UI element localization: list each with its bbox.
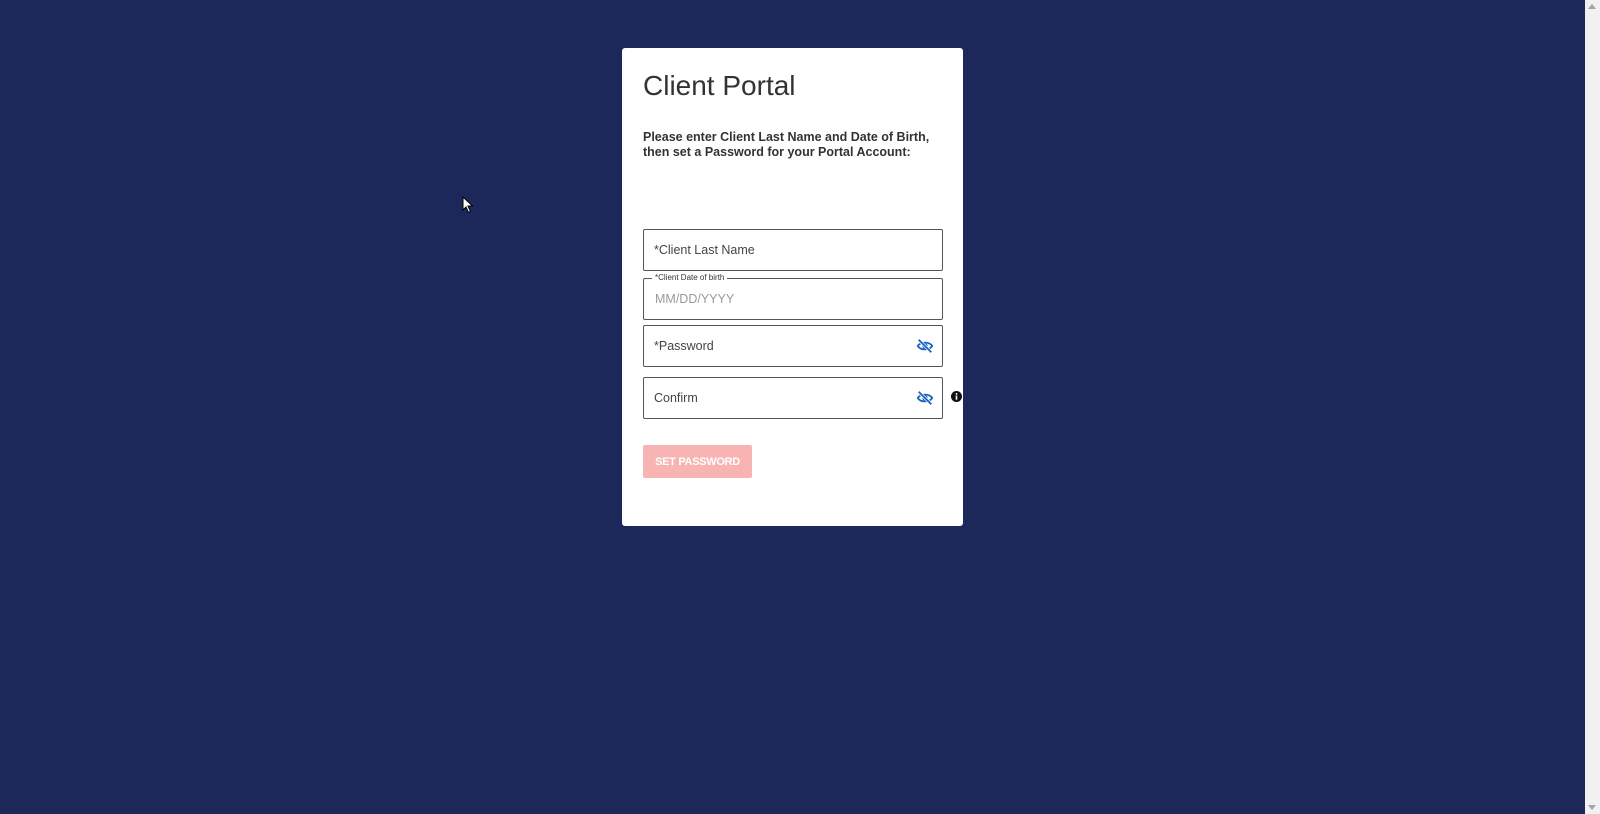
- client-portal-card: Client Portal Please enter Client Last N…: [622, 48, 963, 526]
- vertical-scrollbar[interactable]: [1585, 0, 1600, 814]
- password-input[interactable]: [644, 326, 942, 366]
- client-last-name-input[interactable]: [644, 230, 942, 270]
- password-field-wrapper: [643, 325, 943, 367]
- confirm-visibility-toggle[interactable]: [916, 389, 934, 407]
- eye-slash-icon: [916, 338, 934, 354]
- page-title: Client Portal: [643, 70, 796, 101]
- info-circle-icon[interactable]: [951, 389, 962, 402]
- scroll-down-icon[interactable]: [1588, 805, 1596, 810]
- mouse-cursor-icon: [462, 196, 474, 214]
- instructions-text: Please enter Client Last Name and Date o…: [643, 130, 930, 159]
- set-password-button[interactable]: SET PASSWORD: [643, 445, 752, 478]
- client-date-of-birth-input[interactable]: [644, 279, 942, 319]
- last-name-field-wrapper: [643, 229, 943, 271]
- password-visibility-toggle[interactable]: [916, 337, 934, 355]
- confirm-field-wrapper: [643, 377, 943, 419]
- dob-field-wrapper: *Client Date of birth: [643, 273, 943, 320]
- page-background: Client Portal Please enter Client Last N…: [0, 0, 1585, 814]
- confirm-password-input[interactable]: [644, 378, 942, 418]
- eye-slash-icon: [916, 390, 934, 406]
- scroll-up-icon[interactable]: [1588, 4, 1596, 9]
